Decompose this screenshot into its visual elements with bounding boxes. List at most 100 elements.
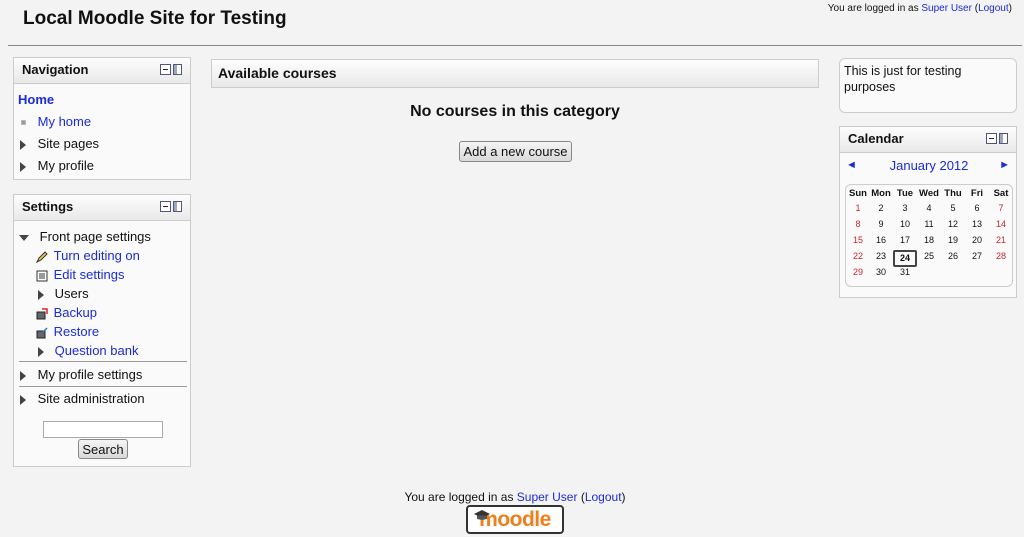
settings-divider [19,386,187,387]
backup-item[interactable]: Backup [36,305,97,320]
users-label[interactable]: Users [55,286,89,301]
collapse-arrow-icon[interactable] [19,234,29,241]
backup-link[interactable]: Backup [54,305,97,320]
backup-icon [36,307,48,320]
calendar-next-month-icon[interactable]: ► [999,159,1010,171]
footer-login-prefix: You are logged in as [404,490,517,504]
graduation-cap-icon [474,510,490,520]
navigation-block-header: Navigation [14,58,190,84]
footer-logout-link[interactable]: Logout [585,490,622,504]
settings-search-input[interactable] [43,421,163,438]
nav-item-site-pages[interactable]: Site pages [20,136,99,151]
site-administration-label[interactable]: Site administration [38,391,145,406]
calendar-day[interactable]: 12 [941,219,965,229]
nav-item-my-profile[interactable]: My profile [20,158,94,173]
available-courses-title: Available courses [218,65,337,81]
search-button[interactable]: Search [78,439,128,459]
nav-item-label[interactable]: My profile [38,158,94,173]
calendar-day[interactable]: 11 [917,219,941,229]
html-block: This is just for testing purposes [839,58,1017,113]
calendar-day[interactable]: 29 [846,267,870,277]
users-item[interactable]: Users [38,286,89,301]
calendar-block-header: Calendar [840,127,1016,153]
calendar-day[interactable]: 19 [941,235,965,245]
calendar-day[interactable]: 30 [869,267,893,277]
expand-arrow-icon[interactable] [20,139,26,150]
calendar-day[interactable]: 26 [941,251,965,261]
calendar-day[interactable]: 28 [989,251,1013,261]
calendar-day[interactable]: 25 [917,251,941,261]
settings-form-icon [36,270,48,282]
my-profile-settings-label[interactable]: My profile settings [38,367,143,382]
calendar-day-header: Sun [849,188,867,199]
expand-arrow-icon[interactable] [38,346,44,357]
footer-user-link[interactable]: Super User [517,490,578,504]
expand-arrow-icon[interactable] [38,289,44,300]
login-info-top: You are logged in as Super User (Logout) [827,3,1012,14]
nav-home-link[interactable]: Home [18,92,54,107]
calendar-day-header: Wed [919,188,939,199]
logout-link[interactable]: Logout [978,3,1009,14]
calendar-day-header: Fri [970,188,984,199]
calendar-day-header: Thu [944,188,962,199]
calendar-day[interactable]: 17 [893,235,917,245]
front-page-settings-label[interactable]: Front page settings [40,229,151,244]
moodle-logo[interactable]: moodle [466,505,564,534]
calendar-day[interactable]: 10 [893,219,917,229]
calendar-block: Calendar ◄ January 2012 ► Sun Mon Tue Wed Th… [839,126,1017,298]
block-controls-icon[interactable] [986,133,1008,144]
login-prefix: You are logged in as [827,3,922,14]
expand-arrow-icon[interactable] [20,394,26,405]
site-administration[interactable]: Site administration [20,391,145,406]
calendar-day[interactable]: 20 [965,235,989,245]
bullet-icon [21,120,26,126]
calendar-day[interactable]: 18 [917,235,941,245]
edit-settings-link[interactable]: Edit settings [54,267,125,282]
add-new-course-button[interactable]: Add a new course [459,141,572,162]
calendar-day[interactable]: 9 [869,219,893,229]
block-controls-icon[interactable] [160,64,182,75]
settings-block-header: Settings [14,195,190,221]
calendar-day[interactable]: 5 [941,203,965,213]
calendar-day[interactable]: 31 [893,267,917,277]
user-link[interactable]: Super User [921,3,972,14]
header-divider [8,45,1022,46]
expand-arrow-icon[interactable] [20,161,26,172]
calendar-day-header: Tue [896,188,914,199]
calendar-day[interactable]: 14 [989,219,1013,229]
calendar-day-header: Mon [871,188,891,199]
my-profile-settings[interactable]: My profile settings [20,367,142,382]
nav-item-my-home[interactable]: My home [21,114,91,129]
calendar-day[interactable]: 24 [893,250,917,267]
block-controls-icon[interactable] [160,201,182,212]
calendar-day[interactable]: 1 [846,203,870,213]
calendar-day[interactable]: 27 [965,251,989,261]
question-bank-item[interactable]: Question bank [38,343,138,358]
calendar-day[interactable]: 6 [965,203,989,213]
calendar-day[interactable]: 22 [846,251,870,261]
available-courses-header: Available courses [211,59,819,88]
calendar-day[interactable]: 7 [989,203,1013,213]
calendar-day[interactable]: 23 [869,251,893,261]
restore-item[interactable]: Restore [36,324,99,339]
calendar-day[interactable]: 4 [917,203,941,213]
restore-link[interactable]: Restore [54,324,100,339]
turn-editing-on-link[interactable]: Turn editing on [54,248,140,263]
calendar-day[interactable]: 13 [965,219,989,229]
nav-item-label[interactable]: My home [38,114,91,129]
question-bank-link[interactable]: Question bank [55,343,139,358]
calendar-month-link[interactable]: January 2012 [840,158,1018,173]
calendar-day[interactable]: 16 [869,235,893,245]
restore-icon [36,327,48,339]
calendar-day[interactable]: 21 [989,235,1013,245]
nav-item-label[interactable]: Site pages [38,136,99,151]
calendar-day[interactable]: 15 [846,235,870,245]
calendar-grid: Sun Mon Tue Wed Thu Fri Sat 1 2 3 4 5 6 7 8 9 10 11 12 13 14… [845,184,1013,287]
calendar-day[interactable]: 3 [893,203,917,213]
calendar-day[interactable]: 2 [869,203,893,213]
expand-arrow-icon[interactable] [20,370,26,381]
calendar-day[interactable]: 8 [846,219,870,229]
turn-editing-on[interactable]: Turn editing on [35,248,140,263]
edit-settings[interactable]: Edit settings [36,267,124,282]
front-page-settings[interactable]: Front page settings [19,229,151,244]
